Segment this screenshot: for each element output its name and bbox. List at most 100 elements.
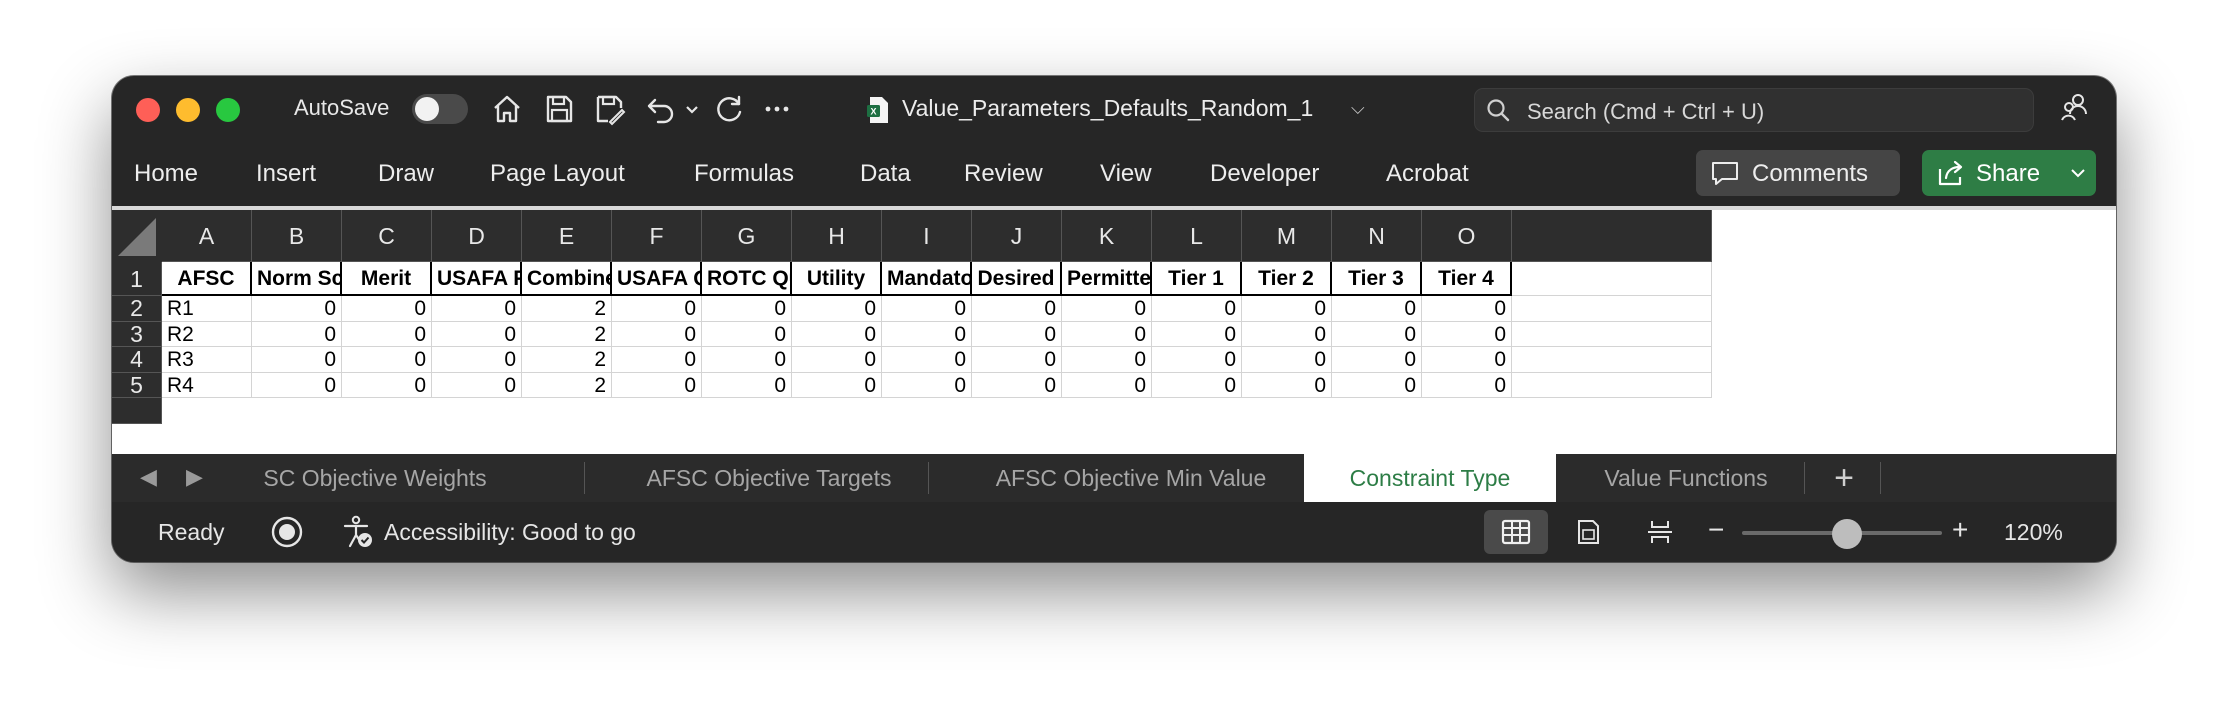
sheet-tab-constraint-type[interactable]: Constraint Type bbox=[1304, 454, 1556, 502]
save-as-icon[interactable] bbox=[592, 92, 626, 126]
data-cell[interactable]: 0 bbox=[252, 347, 342, 373]
header-cell[interactable]: Tier 2 bbox=[1242, 262, 1332, 296]
zoom-window-button[interactable] bbox=[216, 98, 240, 122]
header-cell[interactable]: Tier 3 bbox=[1332, 262, 1422, 296]
column-header-c[interactable]: C bbox=[342, 210, 432, 262]
zoom-slider-thumb[interactable] bbox=[1832, 519, 1862, 549]
data-cell[interactable]: 0 bbox=[882, 296, 972, 322]
data-cell[interactable]: 0 bbox=[432, 321, 522, 347]
data-cell[interactable]: 0 bbox=[882, 372, 972, 398]
tab-insert[interactable]: Insert bbox=[256, 160, 316, 188]
home-icon[interactable] bbox=[490, 92, 524, 126]
header-cell[interactable]: ROTC Quota bbox=[702, 262, 792, 296]
previous-sheet-arrow-icon[interactable]: ◀ bbox=[140, 464, 157, 490]
sheet-tab-afsc-objective-weights[interactable]: AFSC Objective Weights bbox=[264, 454, 556, 502]
zoom-in-button[interactable]: + bbox=[1952, 514, 1968, 546]
column-header-j[interactable]: J bbox=[972, 210, 1062, 262]
empty-cell[interactable] bbox=[1512, 262, 1712, 296]
header-cell[interactable]: Merit bbox=[342, 262, 432, 296]
data-cell[interactable]: 0 bbox=[972, 347, 1062, 373]
data-cell[interactable]: 0 bbox=[342, 372, 432, 398]
undo-dropdown-chevron-icon[interactable] bbox=[682, 92, 702, 126]
data-cell[interactable]: 0 bbox=[702, 347, 792, 373]
data-cell[interactable]: 0 bbox=[972, 296, 1062, 322]
empty-cell[interactable] bbox=[1512, 347, 1712, 373]
row-header-3[interactable]: 3 bbox=[112, 321, 162, 347]
page-break-view-button[interactable] bbox=[1628, 510, 1692, 554]
column-header-n[interactable]: N bbox=[1332, 210, 1422, 262]
empty-cell[interactable] bbox=[1512, 321, 1712, 347]
share-people-icon[interactable] bbox=[2058, 90, 2092, 124]
header-cell[interactable]: Combined Quota bbox=[522, 262, 612, 296]
column-header-k[interactable]: K bbox=[1062, 210, 1152, 262]
spreadsheet-grid[interactable]: ABCDEFGHIJKLMNO1AFSCNorm ScoreMeritUSAFA… bbox=[112, 210, 2116, 454]
header-cell[interactable]: AFSC bbox=[162, 262, 252, 296]
data-cell[interactable]: 0 bbox=[1332, 321, 1422, 347]
data-cell[interactable]: 0 bbox=[612, 296, 702, 322]
share-button[interactable]: Share bbox=[1922, 150, 2096, 196]
column-header-d[interactable]: D bbox=[432, 210, 522, 262]
column-header-m[interactable]: M bbox=[1242, 210, 1332, 262]
data-cell[interactable]: R1 bbox=[162, 296, 252, 322]
comments-button[interactable]: Comments bbox=[1696, 150, 1900, 196]
add-sheet-button[interactable]: + bbox=[1822, 458, 1866, 498]
data-cell[interactable]: 0 bbox=[1422, 296, 1512, 322]
more-options-icon[interactable] bbox=[760, 92, 794, 126]
sheet-tab-value-functions[interactable]: Value Functions bbox=[1558, 454, 1814, 502]
data-cell[interactable]: 0 bbox=[612, 321, 702, 347]
column-header-f[interactable]: F bbox=[612, 210, 702, 262]
column-header-e[interactable]: E bbox=[522, 210, 612, 262]
row-header-2[interactable]: 2 bbox=[112, 295, 162, 322]
row-header-4[interactable]: 4 bbox=[112, 346, 162, 373]
column-header-o[interactable]: O bbox=[1422, 210, 1512, 262]
column-header-b[interactable]: B bbox=[252, 210, 342, 262]
undo-icon[interactable] bbox=[644, 92, 678, 126]
tab-developer[interactable]: Developer bbox=[1210, 160, 1319, 188]
data-cell[interactable]: 0 bbox=[1062, 372, 1152, 398]
empty-cell[interactable] bbox=[1512, 296, 1712, 322]
data-cell[interactable]: 0 bbox=[1332, 347, 1422, 373]
page-layout-view-button[interactable] bbox=[1556, 510, 1620, 554]
data-cell[interactable]: 0 bbox=[702, 321, 792, 347]
data-cell[interactable]: 0 bbox=[1152, 347, 1242, 373]
data-cell[interactable]: 0 bbox=[702, 296, 792, 322]
title-chevron-down-icon[interactable]: ⌵ bbox=[1351, 98, 1365, 119]
data-cell[interactable]: 0 bbox=[1062, 296, 1152, 322]
search-box[interactable]: Search (Cmd + Ctrl + U) bbox=[1474, 88, 2034, 132]
data-cell[interactable]: 0 bbox=[252, 296, 342, 322]
close-window-button[interactable] bbox=[136, 98, 160, 122]
tab-review[interactable]: Review bbox=[964, 160, 1043, 188]
sheet-tab-afsc-objective-targets[interactable]: AFSC Objective Targets bbox=[612, 454, 926, 502]
data-cell[interactable]: 2 bbox=[522, 372, 612, 398]
header-cell[interactable]: Norm Score bbox=[252, 262, 342, 296]
zoom-out-button[interactable]: − bbox=[1708, 514, 1724, 546]
header-cell[interactable]: Tier 4 bbox=[1422, 262, 1512, 296]
data-cell[interactable]: 0 bbox=[1422, 321, 1512, 347]
next-sheet-arrow-icon[interactable]: ▶ bbox=[186, 464, 203, 490]
data-cell[interactable]: 0 bbox=[1332, 296, 1422, 322]
data-cell[interactable]: 0 bbox=[612, 372, 702, 398]
header-cell[interactable]: Desired bbox=[972, 262, 1062, 296]
data-cell[interactable]: 0 bbox=[972, 372, 1062, 398]
data-cell[interactable]: 0 bbox=[252, 372, 342, 398]
data-cell[interactable]: 2 bbox=[522, 321, 612, 347]
header-cell[interactable]: Tier 1 bbox=[1152, 262, 1242, 296]
data-cell[interactable]: 0 bbox=[1062, 321, 1152, 347]
accessibility-status[interactable]: Accessibility: Good to go bbox=[384, 519, 636, 546]
header-cell[interactable]: Permitted bbox=[1062, 262, 1152, 296]
normal-view-button[interactable] bbox=[1484, 510, 1548, 554]
select-all-corner[interactable] bbox=[112, 210, 163, 263]
data-cell[interactable]: R2 bbox=[162, 321, 252, 347]
data-cell[interactable]: 0 bbox=[1242, 321, 1332, 347]
data-cell[interactable]: 0 bbox=[1062, 347, 1152, 373]
empty-cell[interactable] bbox=[1512, 372, 1712, 398]
column-header-i[interactable]: I bbox=[882, 210, 972, 262]
tab-acrobat[interactable]: Acrobat bbox=[1386, 160, 1469, 188]
data-cell[interactable]: 0 bbox=[432, 372, 522, 398]
data-cell[interactable]: 0 bbox=[432, 347, 522, 373]
data-cell[interactable]: 0 bbox=[432, 296, 522, 322]
document-title[interactable]: Value_Parameters_Defaults_Random_1 bbox=[902, 95, 1313, 122]
data-cell[interactable]: 0 bbox=[342, 296, 432, 322]
header-cell[interactable]: Mandatory bbox=[882, 262, 972, 296]
header-cell[interactable]: USAFA Quota bbox=[612, 262, 702, 296]
